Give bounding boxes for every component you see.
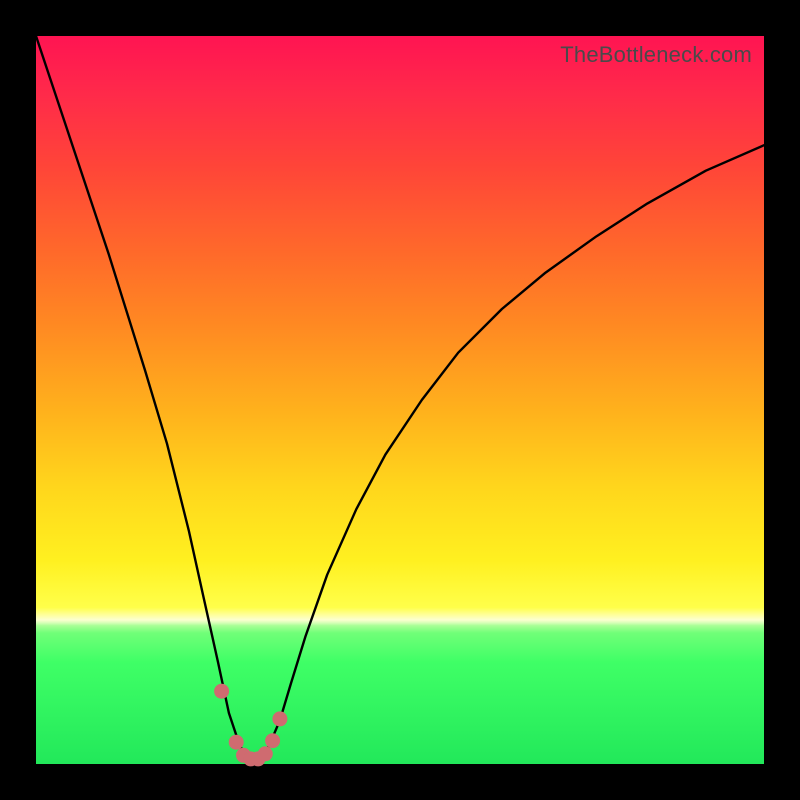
bottleneck-curve <box>36 36 764 764</box>
plot-area: TheBottleneck.com <box>36 36 764 764</box>
data-point <box>258 746 273 761</box>
data-point <box>214 684 229 699</box>
chart-frame: TheBottleneck.com <box>0 0 800 800</box>
data-point <box>229 735 244 750</box>
data-point <box>265 733 280 748</box>
data-point <box>272 711 287 726</box>
